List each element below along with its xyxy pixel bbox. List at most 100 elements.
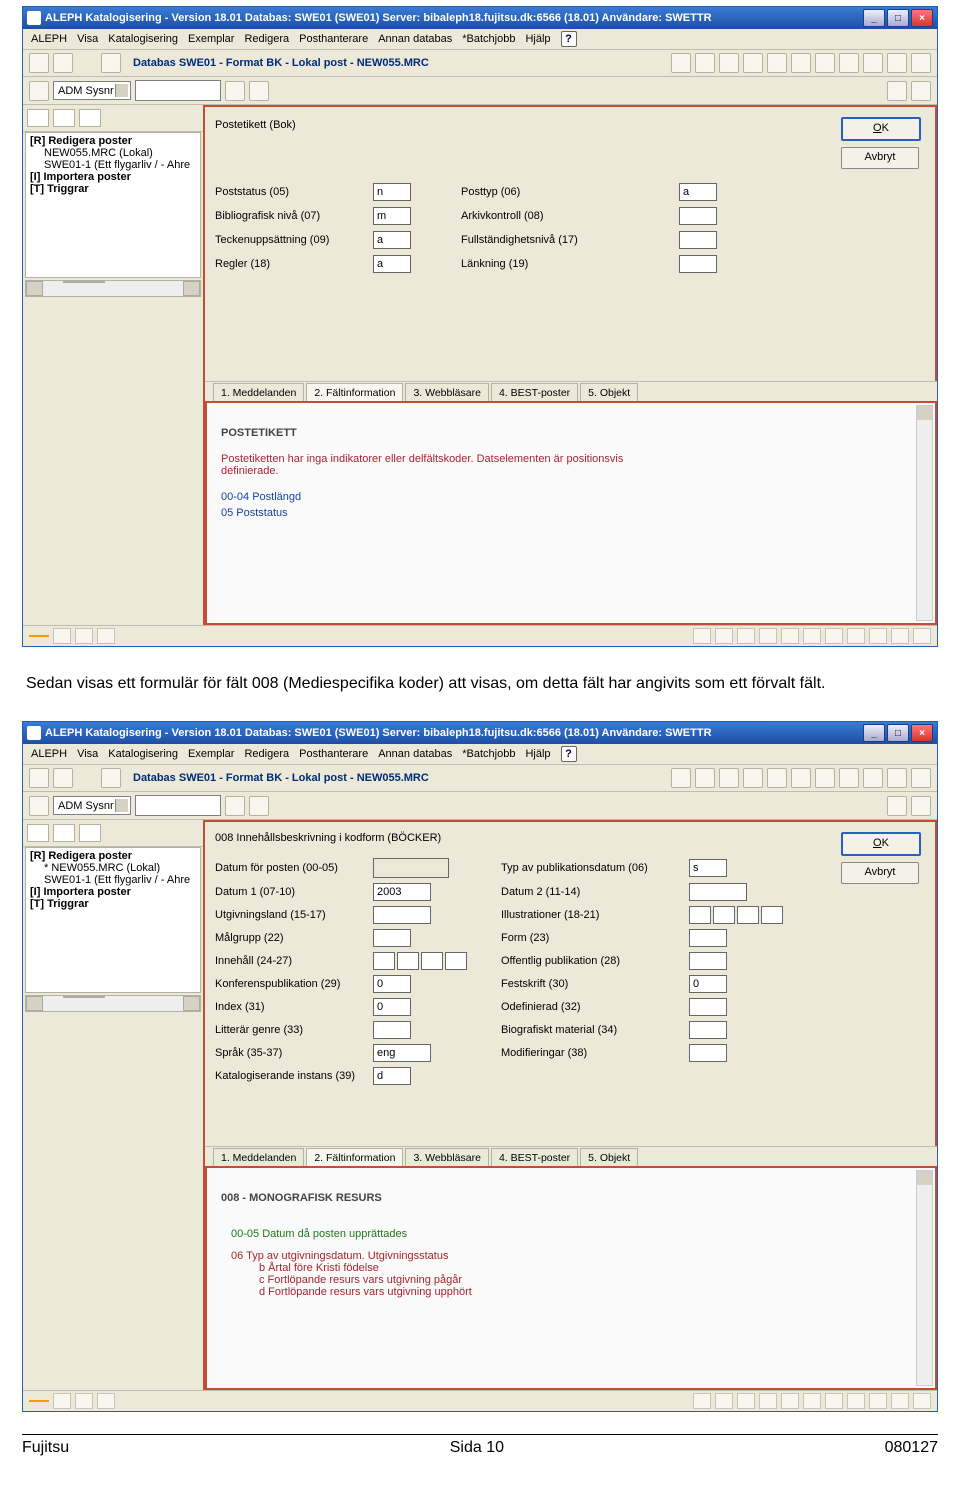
maximize-button[interactable]: □ <box>887 9 909 27</box>
status-icon[interactable] <box>693 628 711 644</box>
toolbar-icon[interactable] <box>29 81 49 101</box>
status-icon[interactable] <box>75 628 93 644</box>
toolbar-icon[interactable] <box>101 53 121 73</box>
field-input-multi[interactable] <box>373 952 493 970</box>
tree-node[interactable]: SWE01-1 (Ett flygarliv / - Ahre <box>44 874 198 886</box>
minimize-button[interactable]: _ <box>863 9 885 27</box>
menu-visa[interactable]: Visa <box>77 33 98 45</box>
toolbar-icon[interactable] <box>249 81 269 101</box>
status-icon[interactable] <box>781 1393 799 1409</box>
menu-annan-databas[interactable]: Annan databas <box>378 748 452 760</box>
status-icon[interactable] <box>53 1393 71 1409</box>
menu-help[interactable]: Hjälp <box>525 748 550 760</box>
sidebar-tab-icon[interactable] <box>27 824 49 842</box>
tab-meddelanden[interactable]: 1. Meddelanden <box>213 1148 304 1167</box>
toolbar-icon[interactable] <box>839 768 859 788</box>
field-input[interactable] <box>689 998 727 1016</box>
field-input[interactable] <box>679 231 717 249</box>
tree-node[interactable]: [T] Triggrar <box>30 898 198 910</box>
info-link[interactable]: 00-04 Postlängd <box>221 491 921 503</box>
toolbar-icon[interactable] <box>911 796 931 816</box>
field-input[interactable] <box>373 207 411 225</box>
toolbar-icon[interactable] <box>29 768 49 788</box>
tree-node[interactable]: NEW055.MRC (Lokal) <box>44 147 198 159</box>
status-icon[interactable] <box>891 1393 909 1409</box>
status-icon[interactable] <box>97 1393 115 1409</box>
status-icon[interactable] <box>75 1393 93 1409</box>
status-icon[interactable] <box>737 628 755 644</box>
status-icon[interactable] <box>869 1393 887 1409</box>
toolbar-icon[interactable] <box>887 768 907 788</box>
toolbar-icon[interactable] <box>695 768 715 788</box>
cancel-button[interactable]: Avbryt <box>841 862 919 884</box>
tree-node[interactable]: * NEW055.MRC (Lokal) <box>44 862 198 874</box>
toolbar-icon[interactable] <box>743 53 763 73</box>
tab-webblasare[interactable]: 3. Webbläsare <box>405 1148 489 1167</box>
help-icon[interactable]: ? <box>561 746 577 762</box>
field-input[interactable] <box>373 975 411 993</box>
v-scrollbar[interactable] <box>916 1170 933 1386</box>
minimize-button[interactable]: _ <box>863 724 885 742</box>
status-icon[interactable] <box>693 1393 711 1409</box>
close-button[interactable]: × <box>911 9 933 27</box>
toolbar-icon[interactable] <box>887 81 907 101</box>
tab-best-poster[interactable]: 4. BEST-poster <box>491 1148 578 1167</box>
h-scrollbar[interactable] <box>25 995 201 1012</box>
field-input[interactable] <box>373 1021 411 1039</box>
tree-node[interactable]: [I] Importera poster <box>30 171 198 183</box>
status-icon[interactable] <box>759 1393 777 1409</box>
toolbar-icon[interactable] <box>911 53 931 73</box>
status-icon[interactable] <box>825 628 843 644</box>
menu-posthanterare[interactable]: Posthanterare <box>299 748 368 760</box>
field-input[interactable] <box>689 952 727 970</box>
field-input-multi[interactable] <box>689 906 809 924</box>
toolbar-icon[interactable] <box>29 796 49 816</box>
ok-button[interactable]: OK <box>841 832 921 856</box>
menu-exemplar[interactable]: Exemplar <box>188 748 234 760</box>
field-input[interactable] <box>689 1044 727 1062</box>
menu-exemplar[interactable]: Exemplar <box>188 33 234 45</box>
status-icon[interactable] <box>737 1393 755 1409</box>
menu-aleph[interactable]: ALEPH <box>31 33 67 45</box>
status-icon[interactable] <box>53 628 71 644</box>
toolbar-icon[interactable] <box>225 796 245 816</box>
status-icon[interactable] <box>803 1393 821 1409</box>
ok-button[interactable]: OK <box>841 117 921 141</box>
menu-redigera[interactable]: Redigera <box>244 748 289 760</box>
field-input[interactable] <box>679 183 717 201</box>
field-input[interactable] <box>373 1067 411 1085</box>
sidebar-tab-icon[interactable] <box>27 109 49 127</box>
status-icon[interactable] <box>715 1393 733 1409</box>
toolbar-icon[interactable] <box>249 796 269 816</box>
toolbar-icon[interactable] <box>743 768 763 788</box>
field-input[interactable] <box>373 929 411 947</box>
status-icon[interactable] <box>913 628 931 644</box>
tab-faltinformation[interactable]: 2. Fältinformation <box>306 383 403 402</box>
menu-help[interactable]: Hjälp <box>525 33 550 45</box>
field-input[interactable] <box>373 998 411 1016</box>
menu-annan-databas[interactable]: Annan databas <box>378 33 452 45</box>
toolbar-icon[interactable] <box>767 768 787 788</box>
sidebar-tab-icon[interactable] <box>53 109 75 127</box>
menu-katalogisering[interactable]: Katalogisering <box>108 33 178 45</box>
field-input[interactable] <box>373 183 411 201</box>
sidebar-tab-icon[interactable] <box>53 824 75 842</box>
tab-best-poster[interactable]: 4. BEST-poster <box>491 383 578 402</box>
tree-node[interactable]: [R] Redigera poster <box>30 850 198 862</box>
field-input[interactable] <box>679 207 717 225</box>
toolbar-icon[interactable] <box>815 53 835 73</box>
toolbar-icon[interactable] <box>839 53 859 73</box>
toolbar-icon[interactable] <box>225 81 245 101</box>
field-input[interactable] <box>373 255 411 273</box>
field-input[interactable] <box>679 255 717 273</box>
toolbar-icon[interactable] <box>887 53 907 73</box>
toolbar-icon[interactable] <box>53 53 73 73</box>
toolbar-icon[interactable] <box>719 53 739 73</box>
tree-node[interactable]: [R] Redigera poster <box>30 135 198 147</box>
toolbar-icon[interactable] <box>911 81 931 101</box>
status-icon[interactable] <box>759 628 777 644</box>
toolbar-icon[interactable] <box>719 768 739 788</box>
toolbar-icon[interactable] <box>887 796 907 816</box>
status-icon[interactable] <box>715 628 733 644</box>
status-icon[interactable] <box>869 628 887 644</box>
